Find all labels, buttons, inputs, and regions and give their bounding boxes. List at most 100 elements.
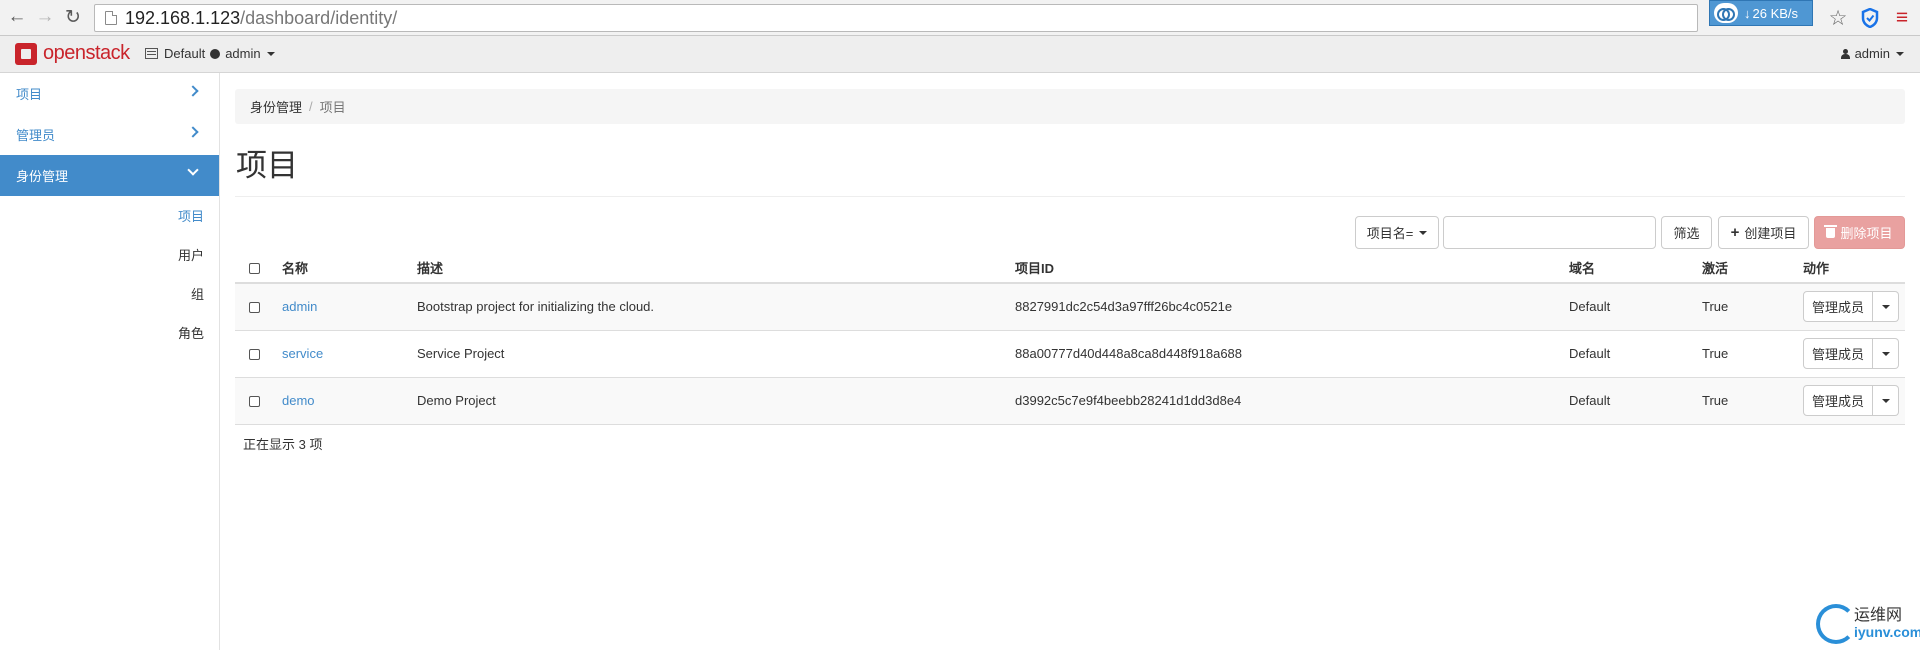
chevron-down-icon	[1881, 351, 1890, 356]
openstack-logo-icon	[15, 42, 37, 65]
watermark-ring-icon	[1816, 604, 1856, 644]
table-row: admin Bootstrap project for initializing…	[235, 283, 1905, 331]
breadcrumb-parent[interactable]: 身份管理	[250, 97, 302, 116]
watermark-logo: 运维网 iyunv.com	[1816, 604, 1920, 644]
project-description: Service Project	[417, 330, 1015, 378]
openstack-logo[interactable]: openstack	[15, 42, 130, 65]
watermark-text: 运维网 iyunv.com	[1854, 607, 1920, 641]
sidebar-item-identity[interactable]: 身份管理	[0, 155, 219, 196]
project-name-link[interactable]: admin	[282, 299, 317, 314]
project-domain: Default	[1569, 330, 1702, 378]
project-domain: Default	[1569, 283, 1702, 331]
more-actions-dropdown[interactable]	[1873, 385, 1899, 416]
table-row: demo Demo Project d3992c5c7e9f4beebb2824…	[235, 377, 1905, 425]
item-count: 正在显示 3 项	[243, 437, 323, 452]
column-header-enabled[interactable]: 激活	[1702, 252, 1803, 284]
column-header-actions: 动作	[1803, 252, 1905, 284]
sidebar-item-label: 项目	[16, 87, 43, 102]
project-description: Demo Project	[417, 377, 1015, 425]
download-arrow-icon: ↓	[1744, 5, 1751, 21]
shield-icon[interactable]	[1857, 5, 1883, 31]
column-header-domain[interactable]: 域名	[1569, 252, 1702, 284]
watermark-cn: 运维网	[1854, 607, 1903, 624]
star-icon[interactable]: ☆	[1825, 5, 1851, 31]
filter-button[interactable]: 筛选	[1661, 216, 1712, 249]
chevron-down-icon	[1419, 230, 1428, 235]
delete-project-label: 删除项目	[1840, 226, 1893, 241]
select-all-checkbox[interactable]	[249, 262, 260, 274]
project-name: admin	[225, 46, 261, 61]
row-checkbox[interactable]	[249, 302, 260, 314]
address-bar[interactable]: 192.168.1.123/dashboard/identity/	[94, 4, 1698, 32]
more-actions-dropdown[interactable]	[1873, 291, 1899, 323]
sidebar-item-admin[interactable]: 管理员	[0, 114, 219, 155]
more-actions-dropdown[interactable]	[1873, 338, 1899, 369]
watermark-en: iyunv.com	[1854, 624, 1920, 640]
delete-project-button[interactable]: 删除项目	[1814, 216, 1905, 249]
table-row: service Service Project 88a00777d40d448a…	[235, 330, 1905, 378]
arrow-left-icon[interactable]: ←	[4, 4, 30, 30]
row-actions: 管理成员	[1803, 338, 1899, 369]
chevron-down-icon	[187, 164, 199, 176]
project-id: 88a00777d40d448a8ca8d448f918a688	[1015, 330, 1569, 378]
sidebar-subitem-roles[interactable]: 角色	[0, 313, 219, 352]
row-checkbox[interactable]	[249, 349, 260, 361]
project-name-link[interactable]: service	[282, 346, 323, 361]
column-header-project-id[interactable]: 项目ID	[1015, 252, 1569, 284]
manage-members-button[interactable]: 管理成员	[1803, 385, 1873, 416]
row-actions: 管理成员	[1803, 291, 1899, 323]
user-icon	[1840, 48, 1850, 59]
create-project-label: 创建项目	[1744, 226, 1797, 241]
url-host: 192.168.1.123	[125, 7, 241, 28]
user-menu[interactable]: admin	[1840, 46, 1904, 61]
url-path: /dashboard/identity/	[240, 7, 398, 28]
projects-table: 名称 描述 项目ID 域名 激活 动作 admin Bootstrap proj…	[235, 252, 1905, 425]
sidebar-subitem-groups[interactable]: 组	[0, 274, 219, 313]
browser-toolbar: ← → ↻ 192.168.1.123/dashboard/identity/ …	[0, 0, 1920, 36]
reload-icon[interactable]: ↻	[60, 4, 86, 30]
manage-members-button[interactable]: 管理成员	[1803, 338, 1873, 369]
project-enabled: True	[1702, 330, 1803, 378]
sidebar-item-label: 管理员	[16, 128, 56, 143]
domain-name: Default	[164, 46, 206, 61]
column-header-name[interactable]: 名称	[282, 252, 417, 284]
chevron-right-icon	[187, 126, 199, 138]
sidebar-item-project[interactable]: 项目	[0, 73, 219, 114]
filter-field-label: 项目名=	[1366, 226, 1414, 241]
project-enabled: True	[1702, 377, 1803, 425]
plus-icon: +	[1730, 224, 1740, 241]
breadcrumb-separator: /	[309, 99, 313, 114]
user-name: admin	[1854, 46, 1890, 61]
project-domain: Default	[1569, 377, 1702, 425]
sidebar-item-label: 身份管理	[16, 169, 69, 184]
project-icon	[145, 48, 158, 59]
breadcrumb: 身份管理 / 项目	[235, 89, 1905, 124]
page-title: 项目	[236, 148, 298, 183]
column-header-description[interactable]: 描述	[417, 252, 1015, 284]
project-switcher[interactable]: Default admin	[145, 46, 275, 61]
row-checkbox[interactable]	[249, 396, 260, 408]
download-speed-widget[interactable]: ↓ 26 KB/s	[1709, 0, 1813, 26]
page-icon	[105, 11, 117, 25]
breadcrumb-current: 项目	[319, 100, 346, 115]
project-enabled: True	[1702, 283, 1803, 331]
chevron-right-icon	[187, 85, 199, 97]
arrow-right-icon[interactable]: →	[32, 4, 58, 30]
trash-icon	[1824, 224, 1838, 238]
manage-members-button[interactable]: 管理成员	[1803, 291, 1873, 323]
download-speed: 26 KB/s	[1752, 5, 1799, 21]
top-navbar: openstack Default admin admin	[0, 36, 1920, 73]
project-name-link[interactable]: demo	[282, 393, 315, 408]
project-id: 8827991dc2c54d3a97fff26bc4c0521e	[1015, 283, 1569, 331]
chevron-down-icon	[1881, 304, 1890, 309]
create-project-button[interactable]: + 创建项目	[1718, 216, 1809, 249]
project-description: Bootstrap project for initializing the c…	[417, 283, 1015, 331]
divider	[235, 196, 1905, 197]
sidebar: 项目 管理员 身份管理 项目 用户 组 角色	[0, 73, 220, 650]
chevron-down-icon	[266, 51, 275, 56]
filter-input[interactable]	[1443, 216, 1656, 249]
hamburger-menu-icon[interactable]: ≡	[1889, 5, 1915, 31]
project-id: d3992c5c7e9f4beebb28241d1dd3d8e4	[1015, 377, 1569, 425]
filter-field-dropdown[interactable]: 项目名=	[1355, 216, 1439, 249]
separator-dot	[210, 48, 221, 59]
